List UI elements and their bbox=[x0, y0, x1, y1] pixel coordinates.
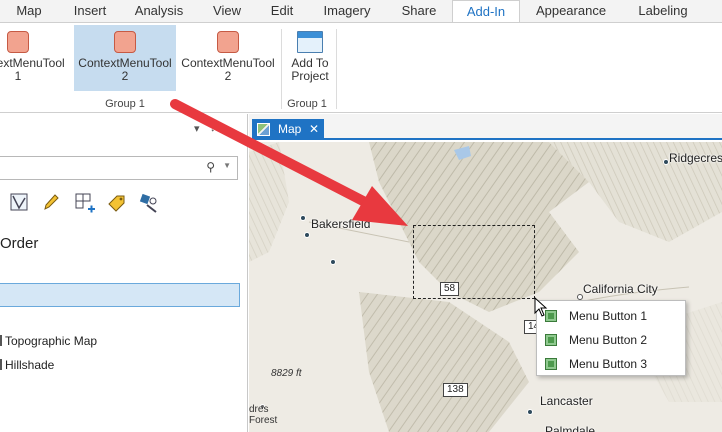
city-label-california-city: California City bbox=[583, 282, 658, 296]
mouse-cursor-icon bbox=[534, 297, 548, 317]
selected-map-row[interactable] bbox=[0, 283, 240, 307]
layer-checkbox-edge bbox=[0, 359, 2, 370]
place-label: dres bbox=[249, 404, 269, 415]
menu-button-3[interactable]: Menu Button 3 bbox=[537, 352, 685, 376]
map-icon bbox=[257, 123, 270, 136]
list-by-drawing-order-icon[interactable] bbox=[8, 192, 30, 214]
add-grid-icon[interactable] bbox=[74, 192, 96, 214]
tab-edit[interactable]: Edit bbox=[262, 0, 302, 22]
menu-button-2[interactable]: Menu Button 2 bbox=[537, 328, 685, 352]
group-separator bbox=[336, 29, 337, 109]
tab-map[interactable]: Map bbox=[6, 0, 52, 22]
menu-button-icon bbox=[545, 358, 557, 370]
search-input[interactable]: ⚲ ▼ bbox=[0, 156, 238, 180]
ribbon-tab-bar: Map Insert Analysis View Edit Imagery Sh… bbox=[0, 0, 722, 23]
city-label-ridgecrest: Ridgecrest bbox=[669, 151, 722, 165]
context-menu: Menu Button 1 Menu Button 2 Menu Button … bbox=[536, 300, 686, 376]
city-label-lancaster: Lancaster bbox=[540, 394, 593, 408]
contents-pane: ▾ ↕ ⚲ ▼ Order Topographic Map Hillshade bbox=[0, 114, 248, 432]
pane-options-icon[interactable]: ▾ bbox=[194, 122, 200, 135]
context-menu-tool-1-button[interactable]: ContextMenuTool 1 bbox=[0, 25, 70, 91]
ribbon: ContextMenuTool 1 ContextMenuTool 2 Cont… bbox=[0, 22, 722, 113]
pin-icon[interactable]: ↕ bbox=[210, 122, 216, 134]
tab-appearance[interactable]: Appearance bbox=[528, 0, 614, 22]
elevation-label: 8829 ft bbox=[271, 368, 302, 379]
pencil-icon[interactable] bbox=[40, 192, 62, 214]
tool-icon bbox=[114, 31, 136, 53]
tool-icon bbox=[217, 31, 239, 53]
close-icon[interactable]: ✕ bbox=[309, 119, 319, 140]
add-to-project-icon bbox=[297, 31, 323, 53]
city-marker bbox=[527, 409, 533, 415]
map-view[interactable]: Ridgecrest Bakersfield California City L… bbox=[249, 142, 722, 432]
tool-icon bbox=[7, 31, 29, 53]
chevron-down-icon[interactable]: ▼ bbox=[223, 161, 231, 170]
add-to-project-button[interactable]: Add To Project bbox=[286, 25, 334, 91]
context-menu-tool-2-button[interactable]: ContextMenuTool 2 bbox=[74, 25, 176, 91]
tab-map-view[interactable]: Map ✕ bbox=[252, 119, 324, 140]
group-separator bbox=[281, 29, 282, 109]
group-label: Group 1 bbox=[105, 98, 145, 110]
map-tab-strip: Map ✕ bbox=[249, 114, 722, 140]
tab-add-in[interactable]: Add-In bbox=[452, 0, 520, 23]
city-label-bakersfield: Bakersfield bbox=[311, 217, 371, 231]
menu-button-icon bbox=[545, 334, 557, 346]
layer-checkbox-edge bbox=[0, 335, 2, 346]
tab-view[interactable]: View bbox=[202, 0, 252, 22]
context-menu-tool-2b-button[interactable]: ContextMenuTool 2 bbox=[178, 25, 278, 91]
label-tag-icon[interactable] bbox=[106, 192, 128, 214]
symbology-icon[interactable] bbox=[138, 192, 160, 214]
tab-share[interactable]: Share bbox=[392, 0, 446, 22]
tab-insert[interactable]: Insert bbox=[62, 0, 118, 22]
place-label: Forest bbox=[249, 415, 278, 426]
search-icon: ⚲ bbox=[206, 160, 215, 174]
city-label-palmdale: Palmdale bbox=[545, 424, 596, 432]
layer-topographic-map[interactable]: Topographic Map bbox=[0, 334, 97, 348]
menu-button-1[interactable]: Menu Button 1 bbox=[537, 304, 685, 328]
tab-analysis[interactable]: Analysis bbox=[126, 0, 192, 22]
highway-shield: 138 bbox=[443, 383, 468, 397]
city-marker bbox=[304, 232, 310, 238]
drawing-order-heading: Order bbox=[0, 235, 39, 252]
tab-labeling[interactable]: Labeling bbox=[626, 0, 700, 22]
layer-hillshade[interactable]: Hillshade bbox=[0, 358, 54, 372]
group-label: Group 1 bbox=[287, 98, 327, 110]
city-marker bbox=[300, 215, 306, 221]
city-marker bbox=[330, 259, 336, 265]
selection-rectangle bbox=[413, 225, 535, 299]
tab-imagery[interactable]: Imagery bbox=[314, 0, 380, 22]
